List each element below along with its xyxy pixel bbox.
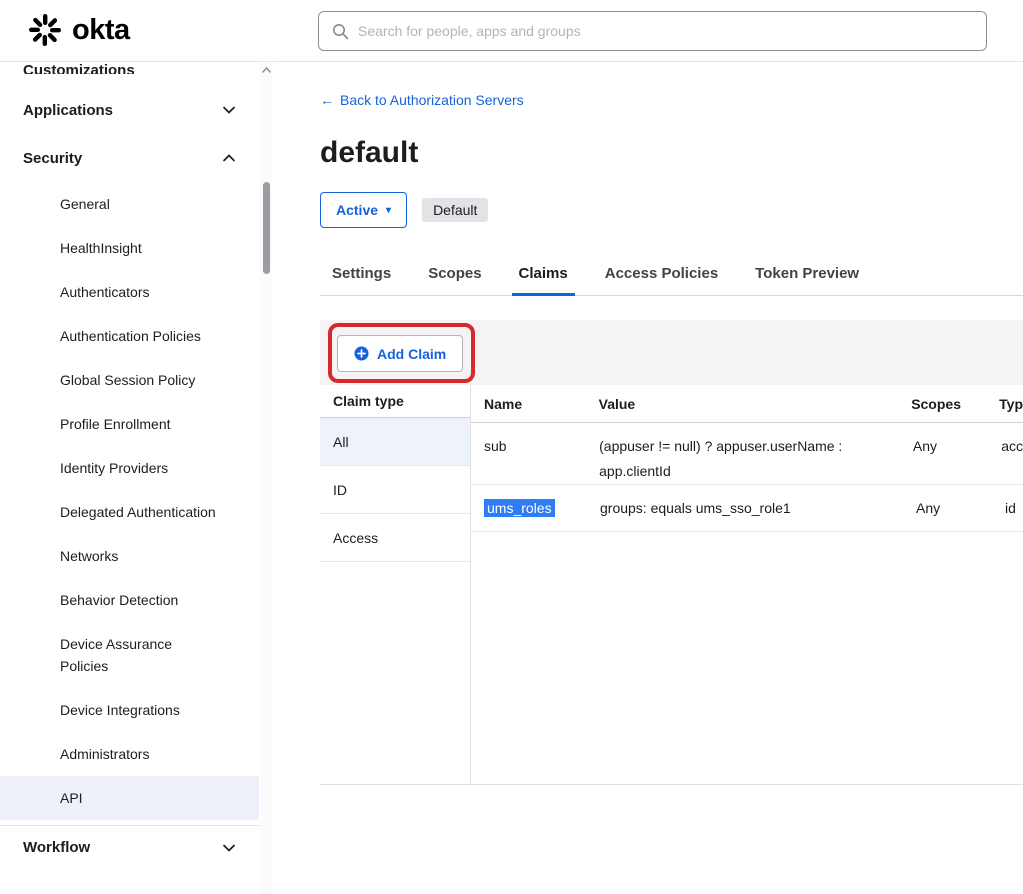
table-row: ums_roles groups: equals ums_sso_role1 A… [471,485,1023,532]
search-icon [332,23,349,40]
claim-type-filter: Claim type All ID Access [320,385,471,784]
sidebar-item-networks[interactable]: Networks [0,534,259,578]
claim-scopes: Any [916,485,1005,521]
active-status-dropdown[interactable]: Active ▾ [320,192,407,228]
sidebar-item-profile-enrollment[interactable]: Profile Enrollment [0,402,259,446]
sidebar-item-api[interactable]: API [0,776,259,820]
search-input[interactable] [358,23,973,39]
sidebar-item-behavior-detection[interactable]: Behavior Detection [0,578,259,622]
sidebar-item-applications[interactable]: Applications [0,86,259,134]
tab-scopes[interactable]: Scopes [428,257,481,295]
sidebar-item-device-assurance-policies[interactable]: Device Assurance Policies [0,622,259,688]
claim-scopes: Any [913,423,1001,459]
sidebar: Customizations Applications Security Gen… [0,62,259,894]
sidebar-item-healthinsight[interactable]: HealthInsight [0,226,259,270]
tab-access-policies[interactable]: Access Policies [605,257,718,295]
back-to-authorization-servers-link[interactable]: ← Back to Authorization Servers [320,92,524,108]
column-header-value: Value [599,396,912,412]
tab-settings[interactable]: Settings [332,257,391,295]
table-header-row: Name Value Scopes Typ [471,385,1023,423]
global-search [318,11,987,51]
chevron-down-icon [223,844,235,852]
plus-circle-icon [354,346,369,361]
claims-table: Name Value Scopes Typ sub (appuser != nu… [471,385,1023,784]
claim-type: id [1005,485,1023,521]
chevron-down-icon [223,106,235,114]
sidebar-item-delegated-authentication[interactable]: Delegated Authentication [0,490,259,534]
scrollbar-thumb[interactable] [263,182,270,274]
sidebar-scrollbar[interactable] [260,62,273,894]
sidebar-item-administrators[interactable]: Administrators [0,732,259,776]
caret-down-icon: ▾ [386,205,391,216]
sidebar-item-workflow[interactable]: Workflow [0,825,259,869]
table-row: sub (appuser != null) ? appuser.userName… [471,423,1023,485]
claim-type-access[interactable]: Access [320,514,470,562]
scrollbar-up-icon[interactable] [262,67,271,73]
tab-bar: Settings Scopes Claims Access Policies T… [320,257,1023,296]
claim-type-all[interactable]: All [320,418,470,466]
claim-value: groups: equals ums_sso_role1 [600,485,916,521]
sidebar-item-security[interactable]: Security [0,134,259,182]
claim-name: ums_roles [471,485,600,521]
column-header-name: Name [471,396,599,412]
claims-toolbar: Add Claim [320,320,1023,385]
chevron-up-icon [223,154,235,162]
column-header-type: Typ [999,396,1023,412]
tab-claims[interactable]: Claims [519,257,568,295]
claim-type-header: Claim type [320,385,470,418]
sidebar-item-global-session-policy[interactable]: Global Session Policy [0,358,259,402]
claim-type: acc [1001,423,1023,459]
column-header-scopes: Scopes [911,396,999,412]
sidebar-item-identity-providers[interactable]: Identity Providers [0,446,259,490]
selected-text-highlight: ums_roles [484,499,555,517]
okta-wordmark: okta [72,14,130,47]
okta-logo-icon [27,12,63,48]
claim-name: sub [471,423,599,459]
main-content: ← Back to Authorization Servers default … [320,62,1023,894]
back-arrow-icon: ← [320,92,334,108]
tab-token-preview[interactable]: Token Preview [755,257,859,295]
claim-type-id[interactable]: ID [320,466,470,514]
claim-value: (appuser != null) ? appuser.userName : a… [599,423,913,484]
sidebar-item-authenticators[interactable]: Authenticators [0,270,259,314]
sidebar-item-general[interactable]: General [0,182,259,226]
okta-logo: okta [27,12,130,48]
sidebar-item-authentication-policies[interactable]: Authentication Policies [0,314,259,358]
claims-widget: Claim type All ID Access Name Value Scop… [320,385,1023,785]
add-claim-button[interactable]: Add Claim [337,335,463,372]
sidebar-item-customizations[interactable]: Customizations [0,62,259,74]
default-badge: Default [422,198,488,222]
page-title: default [320,136,1023,170]
top-bar: okta [0,0,1023,62]
sidebar-item-device-integrations[interactable]: Device Integrations [0,688,259,732]
status-row: Active ▾ Default [320,192,1023,228]
